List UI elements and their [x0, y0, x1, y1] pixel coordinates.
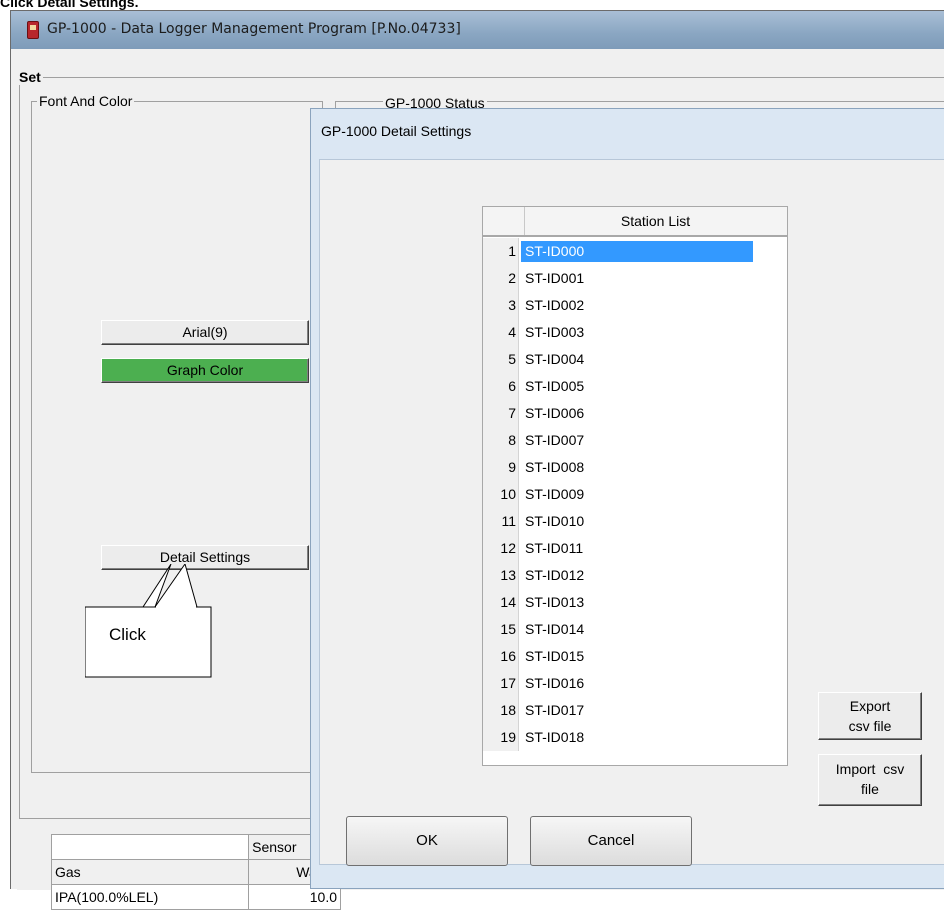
station-row[interactable]: 16 ST-ID015: [483, 643, 763, 670]
station-row[interactable]: 3 ST-ID002: [483, 292, 763, 319]
export-csv-button[interactable]: Export csv file: [818, 692, 922, 740]
station-id[interactable]: ST-ID001: [521, 268, 588, 289]
callout-text: Click: [109, 625, 146, 644]
station-row-number: 19: [483, 724, 519, 751]
station-row[interactable]: 5 ST-ID004: [483, 346, 763, 373]
window-title: GP-1000 - Data Logger Management Program…: [47, 21, 461, 37]
station-row[interactable]: 9 ST-ID008: [483, 454, 763, 481]
station-id[interactable]: ST-ID005: [521, 376, 588, 397]
export-label-line1: Export: [849, 698, 891, 714]
station-row[interactable]: 10 ST-ID009: [483, 481, 763, 508]
instruction-caption: Click Detail Settings.: [0, 0, 139, 10]
set-group-label: Set: [17, 69, 43, 85]
station-row-number: 10: [483, 481, 519, 508]
station-row[interactable]: 17 ST-ID016: [483, 670, 763, 697]
station-row-number: 8: [483, 427, 519, 454]
import-csv-button[interactable]: Import csv file: [818, 754, 922, 806]
font-color-group-label: Font And Color: [37, 93, 135, 109]
station-id[interactable]: ST-ID008: [521, 457, 588, 478]
station-list-header-label: Station List: [620, 213, 691, 229]
station-id[interactable]: ST-ID000: [521, 241, 753, 262]
import-label-line1: Import csv: [835, 761, 905, 777]
station-id[interactable]: ST-ID012: [521, 565, 588, 586]
station-id[interactable]: ST-ID014: [521, 619, 588, 640]
station-row-number: 18: [483, 697, 519, 724]
station-row-number: 16: [483, 643, 519, 670]
station-id[interactable]: ST-ID002: [521, 295, 588, 316]
click-callout: [85, 564, 212, 678]
row-number-header: [483, 207, 525, 235]
graph-color-button[interactable]: Graph Color: [101, 358, 309, 383]
station-row-number: 7: [483, 400, 519, 427]
station-id[interactable]: ST-ID018: [521, 727, 588, 748]
station-id[interactable]: ST-ID007: [521, 430, 588, 451]
station-row-number: 5: [483, 346, 519, 373]
import-label-line2: file: [861, 781, 879, 797]
export-label-line2: csv file: [848, 718, 892, 734]
station-row[interactable]: 19 ST-ID018: [483, 724, 763, 751]
gas-cell[interactable]: IPA(100.0%LEL): [50, 884, 250, 910]
station-row-number: 12: [483, 535, 519, 562]
station-row-number: 6: [483, 373, 519, 400]
station-row[interactable]: 18 ST-ID017: [483, 697, 763, 724]
station-list[interactable]: 1 ST-ID000 2 ST-ID001 3 ST-ID002 4 ST-ID003 5 ST-…: [482, 236, 788, 766]
station-id[interactable]: ST-ID010: [521, 511, 588, 532]
station-row-number: 9: [483, 454, 519, 481]
station-id[interactable]: ST-ID006: [521, 403, 588, 424]
station-list-header: Station List: [482, 206, 788, 236]
dialog-title: GP-1000 Detail Settings: [321, 123, 472, 139]
detail-settings-dialog: GP-1000 Detail Settings Station List 1 ST…: [310, 108, 944, 889]
gas-column-header: Gas: [50, 859, 250, 885]
sensor-table: Sensor GasWarnir IPA(100.0%LEL)10.0: [50, 834, 341, 910]
station-row[interactable]: 13 ST-ID012: [483, 562, 763, 589]
station-row[interactable]: 15 ST-ID014: [483, 616, 763, 643]
dialog-client-area: Station List 1 ST-ID000 2 ST-ID001 3 ST-ID002…: [319, 159, 944, 866]
station-row[interactable]: 6 ST-ID005: [483, 373, 763, 400]
app-icon: [27, 21, 39, 39]
station-id[interactable]: ST-ID016: [521, 673, 588, 694]
station-row-number: 1: [483, 238, 519, 265]
station-row-number: 14: [483, 589, 519, 616]
station-id[interactable]: ST-ID004: [521, 349, 588, 370]
station-id[interactable]: ST-ID003: [521, 322, 588, 343]
station-row[interactable]: 8 ST-ID007: [483, 427, 763, 454]
title-bar[interactable]: GP-1000 - Data Logger Management Program…: [11, 11, 944, 49]
station-id[interactable]: ST-ID015: [521, 646, 588, 667]
station-id[interactable]: ST-ID017: [521, 700, 588, 721]
station-row[interactable]: 7 ST-ID006: [483, 400, 763, 427]
station-row-number: 11: [483, 508, 519, 535]
station-row-number: 13: [483, 562, 519, 589]
station-id[interactable]: ST-ID009: [521, 484, 588, 505]
station-row-number: 15: [483, 616, 519, 643]
station-row[interactable]: 1 ST-ID000: [483, 238, 763, 265]
station-id[interactable]: ST-ID011: [521, 538, 587, 559]
font-button[interactable]: Arial(9): [101, 320, 309, 345]
station-row[interactable]: 2 ST-ID001: [483, 265, 763, 292]
station-row[interactable]: 12 ST-ID011: [483, 535, 763, 562]
station-row[interactable]: 11 ST-ID010: [483, 508, 763, 535]
station-row[interactable]: 14 ST-ID013: [483, 589, 763, 616]
table-cell: [50, 834, 250, 860]
cancel-button[interactable]: Cancel: [530, 816, 692, 866]
station-row-number: 4: [483, 319, 519, 346]
station-row[interactable]: 4 ST-ID003: [483, 319, 763, 346]
station-row-number: 17: [483, 670, 519, 697]
station-row-number: 3: [483, 292, 519, 319]
ok-button[interactable]: OK: [346, 816, 508, 866]
station-id[interactable]: ST-ID013: [521, 592, 588, 613]
station-row-number: 2: [483, 265, 519, 292]
